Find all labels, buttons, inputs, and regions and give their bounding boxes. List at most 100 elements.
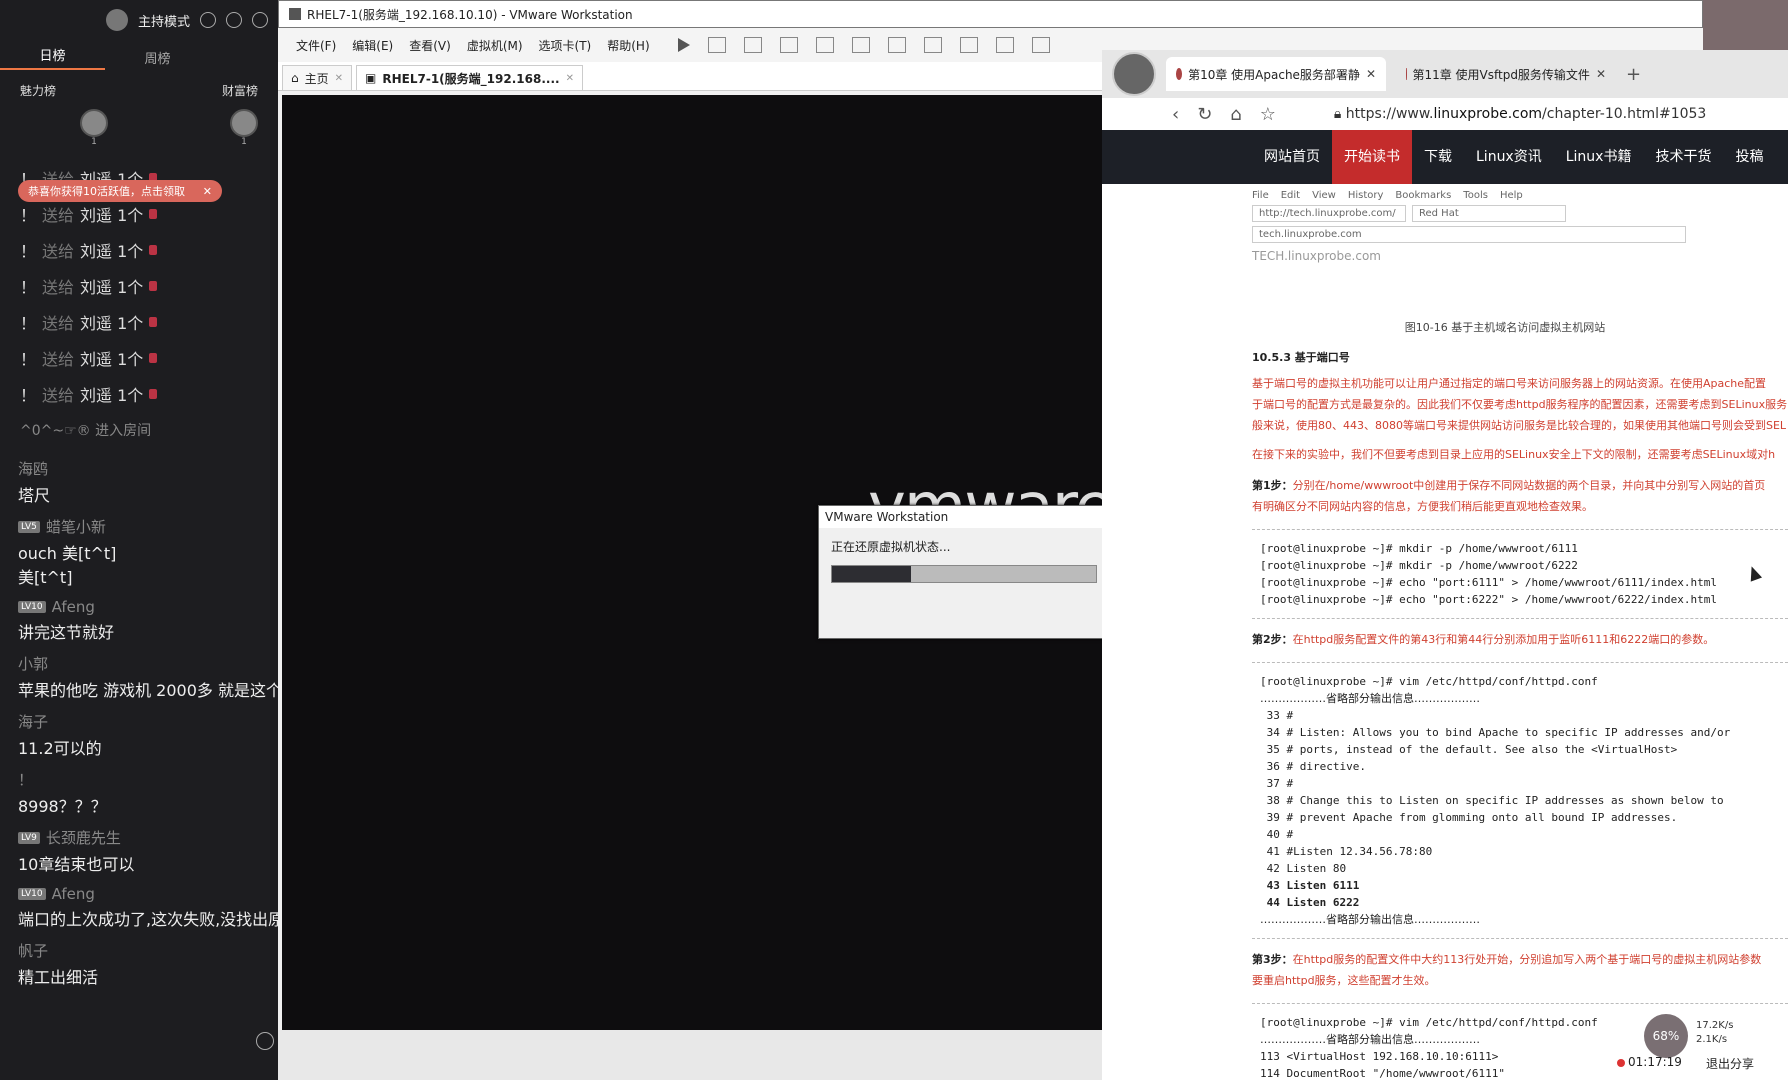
thumbnail-icon[interactable] <box>995 37 1014 53</box>
gift-row: ！ 送给刘遥 1个 <box>0 376 278 412</box>
gift-verb: 送给 <box>42 206 75 225</box>
home-icon: ⌂ <box>291 71 299 85</box>
rank-entry[interactable]: 1 <box>230 109 258 157</box>
chat-user[interactable]: LV5 蜡笔小新 <box>18 516 260 537</box>
chat-user[interactable]: ！ <box>18 769 260 790</box>
close-icon[interactable]: ✕ <box>1366 67 1376 81</box>
record-timer: 01:17:19 <box>1628 1055 1682 1069</box>
notice-text: 恭喜你获得10活跃值，点击领取 <box>28 185 185 198</box>
chat-username: Afeng <box>51 598 95 616</box>
fullscreen-icon[interactable] <box>923 37 942 53</box>
send-keys-icon[interactable] <box>707 37 726 53</box>
activity-notice[interactable]: 恭喜你获得10活跃值，点击领取 ✕ <box>18 180 222 202</box>
exit-share-button[interactable]: 退出分享 <box>1706 1055 1754 1072</box>
figure-url: tech.linuxprobe.com <box>1252 226 1686 243</box>
gift-row: ！ 送给刘遥 1个 <box>0 232 278 268</box>
tab-home[interactable]: ⌂ 主页 ✕ <box>282 65 353 90</box>
nav-linux-news[interactable]: Linux资讯 <box>1464 130 1554 184</box>
menu-vm[interactable]: 虚拟机(M) <box>461 37 529 54</box>
menu-edit[interactable]: 编辑(E) <box>346 37 399 54</box>
chat-text: 塔尺 <box>18 486 51 505</box>
tab-daily-rank[interactable]: 日榜 <box>0 45 105 70</box>
close-icon[interactable]: ✕ <box>203 185 212 198</box>
figure-menu-item: Edit <box>1280 190 1301 201</box>
chat-message-list: ！送给 刘遥 1个 ！送给 刘遥 1个 ！送给 刘遥 1个 ！送给 刘遥 1个 ！送给刘… <box>0 160 278 988</box>
chat-user[interactable]: 海鸥 <box>18 458 260 479</box>
paragraph-line: 般来说，使用80、443、8080等端口号来提供网站访问服务是比较合理的，如果使… <box>1252 419 1787 432</box>
restore-progress-bar <box>831 565 1097 583</box>
wealth-rank-label[interactable]: 财富榜 <box>222 82 258 99</box>
tab-weekly-rank[interactable]: 周榜 <box>105 48 210 67</box>
chat-user[interactable]: 帆子 <box>18 940 260 961</box>
reload-icon[interactable]: ↻ <box>1197 104 1212 125</box>
unity-icon[interactable] <box>959 37 978 53</box>
chat-user[interactable]: LV10 Afeng <box>18 598 260 616</box>
nav-start-reading[interactable]: 开始读书 <box>1332 130 1412 184</box>
gift-recipient: 刘遥 1个 <box>80 386 144 405</box>
avatar <box>80 109 108 137</box>
nav-linux-books[interactable]: Linux书籍 <box>1554 130 1644 184</box>
browser-tab-chapter10[interactable]: 第10章 使用Apache服务部署静 ✕ <box>1166 57 1386 91</box>
nav-submit[interactable]: 投稿 <box>1723 130 1775 184</box>
step-text: 有明确区分不同网站内容的信息，方便我们稍后能更直观地检查效果。 <box>1252 500 1593 513</box>
menu-file[interactable]: 文件(F) <box>290 37 342 54</box>
close-icon[interactable]: ✕ <box>566 73 574 84</box>
list-item: LV5 蜡笔小新 ouch 美[t^t] 美[t^t] <box>0 516 278 588</box>
chat-text: 端口的上次成功了,这次失败,没找出原因 <box>18 910 278 929</box>
share-icon[interactable] <box>226 12 242 28</box>
nav-home[interactable]: 网站首页 <box>1252 130 1332 184</box>
revert-snapshot-icon[interactable] <box>779 37 798 53</box>
new-tab-icon[interactable]: + <box>1626 64 1641 85</box>
gift-icon <box>149 245 158 255</box>
close-icon[interactable]: ✕ <box>335 73 343 84</box>
paragraph: 在接下来的实验中，我们不但要考虑到目录上应用的SELinux安全上下文的限制，还… <box>1252 448 1776 461</box>
host-avatar[interactable] <box>105 9 128 31</box>
browser-tabbar: 第10章 使用Apache服务部署静 ✕ 第11章 使用Vsftpd服务传输文件… <box>1102 50 1788 98</box>
chat-user[interactable]: LV10 Afeng <box>18 885 260 903</box>
browser-tab-chapter11[interactable]: 第11章 使用Vsftpd服务传输文件 ✕ <box>1396 57 1616 91</box>
charm-rank-label[interactable]: 魅力榜 <box>20 82 56 99</box>
stretch-icon[interactable] <box>1031 37 1050 53</box>
gift-verb: 送给 <box>42 350 75 369</box>
settings-icon[interactable] <box>200 12 216 28</box>
vmware-titlebar[interactable]: RHEL7-1(服务端_192.168.10.10) - VMware Work… <box>278 0 1703 28</box>
back-icon[interactable]: ‹ <box>1172 104 1179 125</box>
menu-tabs[interactable]: 选项卡(T) <box>533 37 598 54</box>
figure-caption: 图10-16 基于主机域名访问虚拟主机网站 <box>1404 321 1606 334</box>
console-view-icon[interactable] <box>887 37 906 53</box>
avatar[interactable] <box>1112 52 1156 96</box>
tab-label: 第10章 使用Apache服务部署静 <box>1188 67 1360 82</box>
menu-help[interactable]: 帮助(H) <box>601 37 655 54</box>
snapshot-manager-icon[interactable] <box>815 37 834 53</box>
library-view-icon[interactable] <box>851 37 870 53</box>
gift-icon <box>149 209 158 219</box>
gift-recipient: 刘遥 1个 <box>80 314 144 333</box>
nav-tech[interactable]: 技术干货 <box>1643 130 1723 184</box>
chat-user[interactable]: 小郭 <box>18 653 260 674</box>
power-on-icon[interactable] <box>677 38 690 52</box>
article-content: File Edit View History Bookmarks Tools H… <box>1102 190 1788 1080</box>
chat-user[interactable]: LV9 长颈鹿先生 <box>18 827 260 848</box>
menu-icon[interactable] <box>252 12 268 28</box>
menu-view[interactable]: 查看(V) <box>403 37 457 54</box>
snapshot-icon[interactable] <box>743 37 762 53</box>
step-text: 要重启httpd服务，这些配置才生效。 <box>1252 974 1436 987</box>
close-icon[interactable]: ✕ <box>1596 67 1606 81</box>
rank-entry[interactable]: 1 <box>80 109 108 157</box>
nav-download[interactable]: 下载 <box>1412 130 1464 184</box>
browser-window: 第10章 使用Apache服务部署静 ✕ 第11章 使用Vsftpd服务传输文件… <box>1102 50 1788 1080</box>
figure-menu-item: Bookmarks <box>1395 190 1452 201</box>
url-host: linuxprobe.com <box>1433 106 1543 122</box>
chat-user[interactable]: 海子 <box>18 711 260 732</box>
step-text: 在httpd服务的配置文件中大约113行处开始，分别追加写入两个基于端口号的虚拟… <box>1292 953 1762 966</box>
bookmark-star-icon[interactable]: ☆ <box>1260 104 1276 125</box>
host-mode-label[interactable]: 主持模式 <box>138 11 190 30</box>
step-text: 在httpd服务配置文件的第43行和第44行分别添加用于监听6111和6222端… <box>1292 633 1715 646</box>
address-bar[interactable]: 🔒︎ https://www.linuxprobe.com/chapter-10… <box>1334 106 1706 122</box>
figure-body: TECH.linuxprobe.com <box>1252 249 1381 263</box>
home-icon[interactable]: ⌂ <box>1230 104 1241 125</box>
emoji-icon[interactable] <box>256 1032 274 1050</box>
tab-vm-rhel[interactable]: ▣ RHEL7-1(服务端_192.168.... ✕ <box>356 65 583 90</box>
figure-tab: http://tech.linuxprobe.com/ <box>1252 205 1406 222</box>
progress-fill <box>832 566 912 582</box>
